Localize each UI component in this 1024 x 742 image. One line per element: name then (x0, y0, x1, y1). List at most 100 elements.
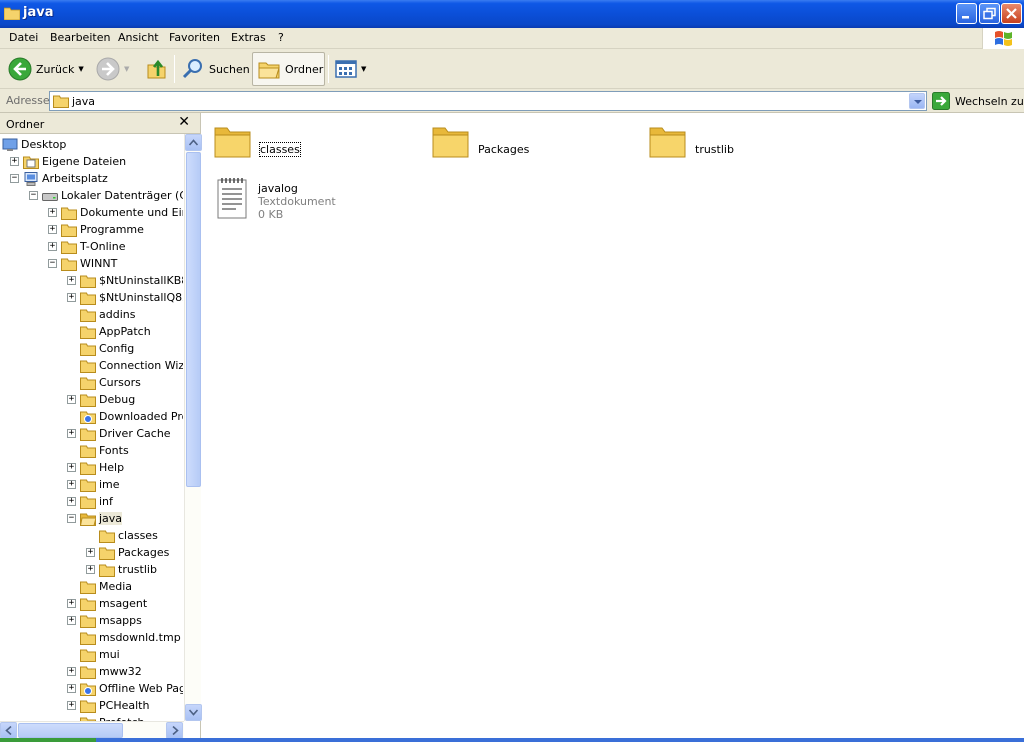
folder-item-trustlib[interactable]: trustlib (649, 123, 734, 159)
folders-label: Ordner (285, 62, 324, 76)
tree-node[interactable]: + $NtUninstallQ828 (67, 289, 183, 306)
expand-icon[interactable]: + (67, 599, 76, 608)
forward-button[interactable]: ▼ (96, 52, 129, 86)
folder-item-packages[interactable]: Packages (432, 123, 529, 159)
tree-node[interactable]: + mww32 (67, 663, 142, 680)
scroll-thumb[interactable] (186, 152, 201, 487)
tree-node[interactable]: Fonts (67, 442, 129, 459)
tree-node[interactable]: msdownld.tmp (67, 629, 181, 646)
tree-node[interactable]: + $NtUninstallKB823 (67, 272, 183, 289)
scroll-thumb[interactable] (18, 723, 123, 738)
tree-node[interactable]: + trustlib (86, 561, 157, 578)
tree-node[interactable]: − java (67, 510, 123, 527)
minimize-button[interactable] (956, 3, 977, 24)
menu-help[interactable]: ? (278, 31, 284, 44)
collapse-icon[interactable]: − (48, 259, 57, 268)
expand-icon[interactable]: + (67, 463, 76, 472)
expand-icon[interactable]: + (67, 429, 76, 438)
folder-icon (80, 632, 96, 645)
tree-node[interactable]: + Offline Web Page (67, 680, 183, 697)
collapse-icon[interactable]: − (10, 174, 19, 183)
address-dropdown-button[interactable] (909, 93, 925, 109)
expand-icon[interactable]: + (86, 565, 95, 574)
tree-node[interactable]: classes (86, 527, 158, 544)
tree-node[interactable]: Desktop (2, 136, 66, 153)
folder-icon (80, 598, 96, 611)
tree-node[interactable]: + msapps (67, 612, 142, 629)
scroll-up-button[interactable] (185, 134, 202, 151)
tree-node[interactable]: − Lokaler Datenträger (C:) (29, 187, 183, 204)
collapse-icon[interactable]: − (29, 191, 38, 200)
tree-node[interactable]: mui (67, 646, 120, 663)
tree-node[interactable]: + PCHealth (67, 697, 149, 714)
tree-node-label: $NtUninstallQ828 (99, 291, 183, 304)
tree-node[interactable]: Cursors (67, 374, 141, 391)
search-button[interactable]: Suchen (181, 52, 250, 86)
tree-node-label: Desktop (21, 138, 67, 151)
tree-node[interactable]: + ime (67, 476, 120, 493)
expand-icon[interactable]: + (67, 395, 76, 404)
tree-node[interactable]: Downloaded Prog (67, 408, 183, 425)
expand-icon[interactable]: + (67, 276, 76, 285)
chevron-down-icon[interactable]: ▼ (78, 65, 83, 73)
close-button[interactable] (1001, 3, 1022, 24)
expand-icon[interactable]: + (86, 548, 95, 557)
tree-node[interactable]: + Debug (67, 391, 135, 408)
tree-node[interactable]: Config (67, 340, 134, 357)
tree-node[interactable]: + Dokumente und Einstel (48, 204, 183, 221)
menu-ansicht[interactable]: Ansicht (118, 31, 159, 44)
expand-icon[interactable]: + (48, 208, 57, 217)
arrow-right-icon (172, 726, 179, 735)
expand-icon[interactable]: + (48, 242, 57, 251)
address-input[interactable]: java (49, 91, 927, 111)
views-button[interactable]: ▼ (335, 52, 366, 86)
horizontal-scrollbar[interactable] (0, 721, 184, 739)
expand-icon[interactable]: + (67, 701, 76, 710)
tree-node[interactable]: + Help (67, 459, 124, 476)
close-icon[interactable]: ✕ (178, 114, 190, 130)
expand-icon[interactable]: + (67, 667, 76, 676)
menu-favoriten[interactable]: Favoriten (169, 31, 220, 44)
tree-node[interactable]: Prefetch (67, 714, 144, 721)
folder-item-classes[interactable]: classes (214, 123, 301, 159)
tree-node[interactable]: addins (67, 306, 135, 323)
expand-icon[interactable]: + (67, 293, 76, 302)
expand-icon[interactable]: + (67, 616, 76, 625)
up-folder-button[interactable] (145, 52, 169, 86)
scroll-down-button[interactable] (185, 704, 202, 721)
collapse-icon[interactable]: − (67, 514, 76, 523)
file-item-javalog[interactable]: javalog Textdokument 0 KB (216, 176, 336, 221)
back-label: Zurück (36, 62, 75, 76)
tree-node[interactable]: − WINNT (48, 255, 117, 272)
scroll-right-button[interactable] (166, 722, 183, 739)
tree-node[interactable]: Media (67, 578, 132, 595)
chevron-down-icon[interactable]: ▼ (124, 65, 129, 73)
back-button[interactable]: Zurück ▼ (8, 52, 84, 86)
tree-node-label: classes (118, 529, 158, 542)
tree-node[interactable]: + T-Online (48, 238, 125, 255)
expand-icon[interactable]: + (10, 157, 19, 166)
tree-node[interactable]: − Arbeitsplatz (10, 170, 108, 187)
tree-node[interactable]: Connection Wizar (67, 357, 183, 374)
scroll-left-button[interactable] (0, 722, 17, 739)
expand-icon[interactable]: + (48, 225, 57, 234)
expand-icon[interactable]: + (67, 684, 76, 693)
go-button[interactable]: Wechseln zu (932, 92, 1024, 110)
expand-icon[interactable]: + (67, 480, 76, 489)
my-documents-icon (23, 156, 39, 169)
tree-node[interactable]: + msagent (67, 595, 147, 612)
expand-icon[interactable]: + (67, 497, 76, 506)
tree-node[interactable]: + inf (67, 493, 113, 510)
menu-datei[interactable]: Datei (9, 31, 38, 44)
tree-node[interactable]: + Eigene Dateien (10, 153, 126, 170)
chevron-down-icon[interactable]: ▼ (361, 65, 366, 73)
folders-button[interactable]: Ordner (252, 52, 325, 86)
tree-node[interactable]: AppPatch (67, 323, 151, 340)
vertical-scrollbar[interactable] (184, 134, 202, 721)
tree-node[interactable]: + Packages (86, 544, 169, 561)
tree-node[interactable]: + Driver Cache (67, 425, 171, 442)
menu-extras[interactable]: Extras (231, 31, 266, 44)
tree-node[interactable]: + Programme (48, 221, 144, 238)
menu-bearbeiten[interactable]: Bearbeiten (50, 31, 110, 44)
maximize-button[interactable] (979, 3, 1000, 24)
